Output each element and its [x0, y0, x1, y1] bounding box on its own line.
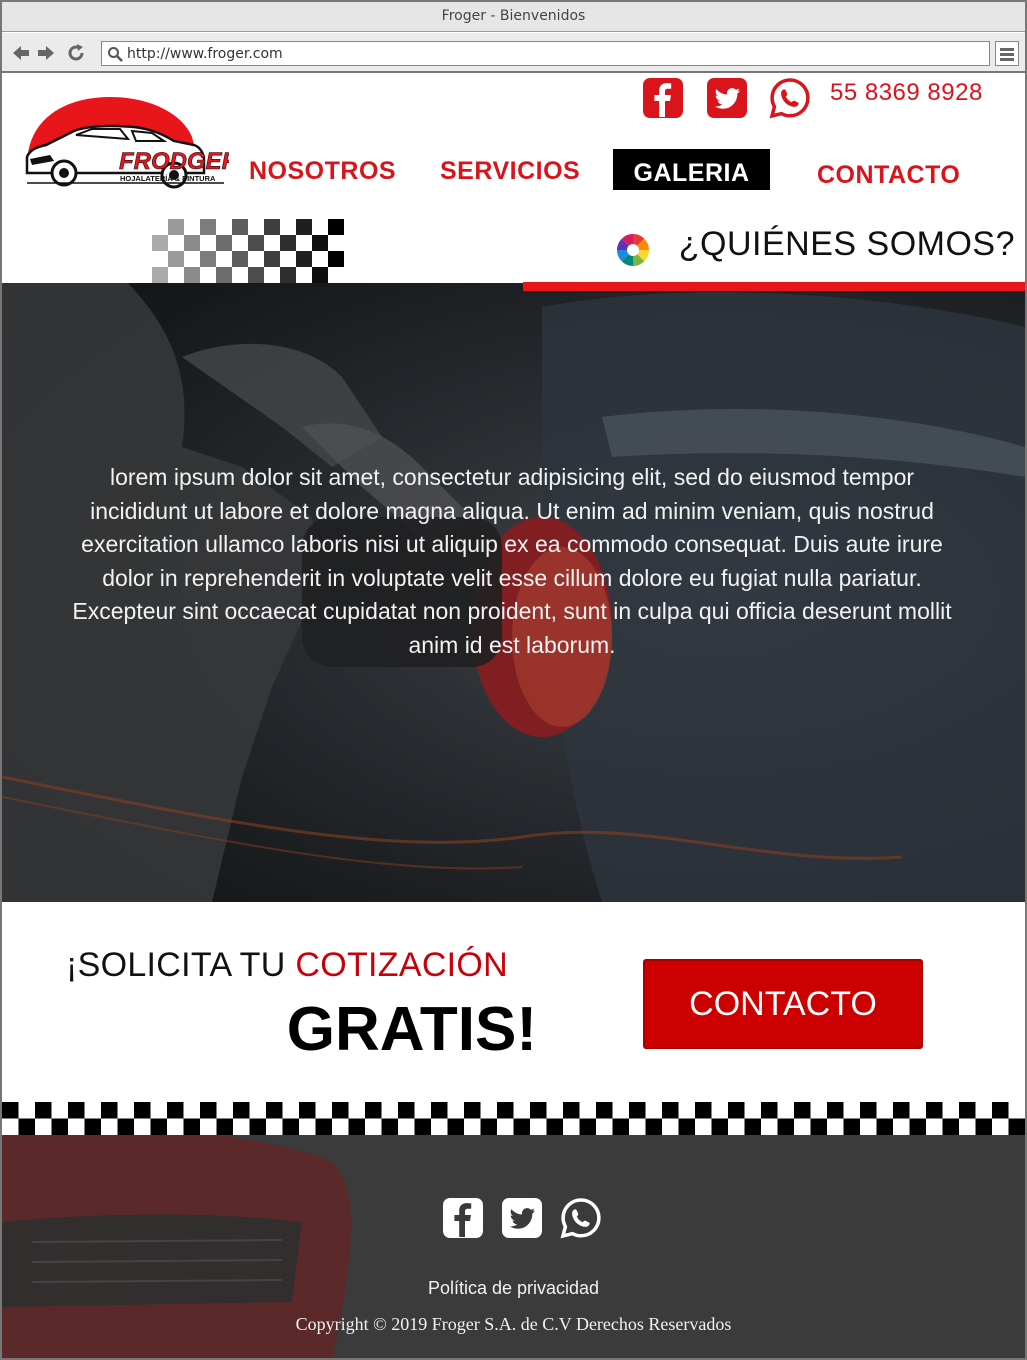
logo-tagline: HOJALATERÍA & PINTURA	[120, 174, 216, 183]
section-title: ¿QUIÉNES SOMOS?	[678, 225, 1015, 263]
copyright-text: Copyright © 2019 Froger S.A. de C.V Dere…	[295, 1314, 732, 1334]
phone-number[interactable]: 55 8369 8928	[830, 79, 983, 107]
nav-contacto[interactable]: CONTACTO	[817, 161, 960, 190]
logo[interactable]: FRODGER HOJALATERÍA & PINTURA	[24, 95, 229, 195]
quote-heading-accent: COTIZACIÓN	[295, 946, 509, 984]
window-title: Froger - Bienvenidos	[2, 2, 1025, 32]
color-wheel-icon	[617, 234, 649, 266]
forward-arrow-icon[interactable]	[35, 42, 57, 64]
about-text: lorem ipsum dolor sit amet, consectetur …	[72, 464, 952, 658]
privacy-link[interactable]: Política de privacidad	[2, 1278, 1025, 1299]
about-section: ¿QUIÉNES SOMOS? lorem ipsum dolor sit am…	[2, 217, 1025, 902]
site-header: 55 8369 8928 FRODGER HOJALATERÍA & PINTU…	[2, 75, 1025, 217]
checkered-flag-decoration	[152, 219, 344, 283]
footer-twitter-icon[interactable]	[501, 1197, 543, 1239]
facebook-icon[interactable]	[642, 77, 684, 119]
nav-servicios[interactable]: SERVICIOS	[440, 157, 580, 186]
quote-heading-free: GRATIS!	[286, 995, 537, 1064]
whatsapp-icon[interactable]	[769, 77, 811, 119]
logo-brand: FRODGER	[119, 148, 229, 175]
address-bar[interactable]: http://www.froger.com	[101, 41, 990, 66]
nav-nosotros[interactable]: NOSOTROS	[249, 157, 396, 186]
reload-icon[interactable]	[65, 42, 87, 64]
back-arrow-icon[interactable]	[10, 42, 32, 64]
search-icon	[108, 47, 123, 62]
browser-window: Froger - Bienvenidos http://www.froger.c…	[0, 0, 1027, 1360]
contact-button[interactable]: CONTACTO	[643, 959, 923, 1049]
quote-heading-prefix: ¡SOLICITA TU	[66, 946, 296, 984]
url-text: http://www.froger.com	[127, 46, 283, 62]
footer-facebook-icon[interactable]	[442, 1197, 484, 1239]
title-accent-bar	[523, 282, 1025, 291]
nav-galeria[interactable]: GALERIA	[613, 149, 770, 190]
hamburger-menu-icon[interactable]	[995, 41, 1019, 66]
twitter-icon[interactable]	[706, 77, 748, 119]
site-footer: Política de privacidad Copyright © 2019 …	[2, 1102, 1025, 1358]
browser-toolbar: http://www.froger.com	[2, 33, 1025, 73]
footer-whatsapp-icon[interactable]	[560, 1197, 602, 1239]
quote-heading: ¡SOLICITA TU COTIZACIÓN	[66, 946, 508, 985]
quote-section: ¡SOLICITA TU COTIZACIÓN GRATIS! CONTACTO	[2, 902, 1025, 1102]
